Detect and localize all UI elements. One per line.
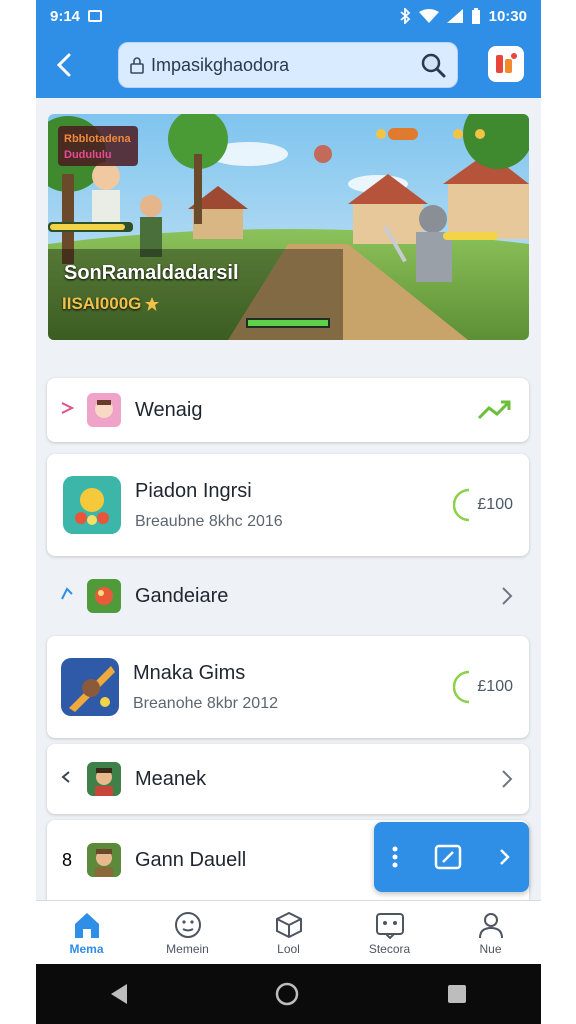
home-icon [74, 912, 99, 938]
smile-icon [174, 911, 201, 938]
row-lead-icon [47, 586, 87, 607]
box-icon [275, 911, 302, 938]
game-thumbnail [87, 762, 121, 796]
row-title: Gandeiare [135, 584, 229, 607]
back-arrow-icon [56, 53, 71, 77]
app-logo-button[interactable] [488, 46, 524, 82]
row-lead-text: 8 [61, 849, 72, 870]
row-title: Meanek [135, 767, 207, 790]
row-title: Gann Dauell [135, 848, 247, 871]
nav-item-lool[interactable]: Lool [238, 901, 339, 965]
signal-icon [446, 9, 463, 23]
home-circle-icon[interactable] [274, 981, 300, 1007]
row-price: £100 [477, 678, 513, 695]
game-thumbnail [63, 476, 121, 534]
row-subtitle: Breaubne 8khc 2016 [135, 512, 283, 530]
list-item[interactable]: Wenaig [47, 378, 529, 442]
banner-title: SonRamaldadarsil [64, 262, 239, 284]
lock-icon [130, 57, 144, 74]
progress-ring-icon [453, 488, 470, 522]
chevron-right-icon [502, 770, 513, 788]
search-field[interactable]: Impasikghaodora [118, 42, 458, 88]
row-subtitle: Breanohe 8kbr 2012 [133, 694, 278, 712]
progress-ring-icon [453, 670, 470, 704]
phone-screen: 9:14 10:30 Impasikghaodora Rbblotadena D… [36, 0, 541, 1024]
search-input[interactable]: Impasikghaodora [151, 55, 419, 76]
row-price: £100 [477, 496, 513, 513]
nav-label: Memein [166, 941, 209, 956]
nav-item-nue[interactable]: Nue [440, 901, 541, 965]
nav-item-home[interactable]: Mema [36, 901, 137, 965]
status-bar: 9:14 10:30 [36, 0, 541, 32]
profile-icon [478, 912, 503, 938]
back-triangle-icon[interactable] [109, 983, 129, 1005]
search-icon[interactable] [419, 51, 447, 79]
more-vertical-icon[interactable] [392, 846, 398, 868]
list-item[interactable]: Meanek [47, 744, 529, 814]
list-item[interactable]: Gandeiare [47, 568, 529, 624]
game-thumbnail [87, 393, 121, 427]
status-time: 9:14 [50, 7, 81, 25]
nav-label: Stecora [368, 941, 411, 956]
wifi-icon [418, 9, 439, 23]
store-icon [375, 912, 404, 939]
row-title: Wenaig [135, 398, 203, 421]
row-title: Mnaka Gims [133, 661, 246, 684]
recents-square-icon[interactable] [446, 983, 468, 1005]
banner-subtitle: IISAI000G [62, 294, 160, 314]
row-lead-icon [47, 769, 87, 790]
game-thumbnail [87, 843, 121, 877]
chevron-right-icon [502, 587, 513, 605]
nav-label: Lool [277, 941, 300, 956]
system-navigation-bar [36, 964, 541, 1024]
svg-text:Dudululu: Dudululu [64, 149, 112, 161]
floating-action-button[interactable] [374, 822, 529, 892]
battery-icon [471, 8, 480, 24]
bottom-navigation: Mema Memein Lool Stecora Nue [36, 900, 541, 965]
game-thumbnail [87, 579, 121, 613]
star-icon [145, 297, 160, 311]
nav-label: Mema [69, 941, 104, 956]
edit-square-icon[interactable] [434, 844, 462, 870]
trending-up-icon [477, 400, 511, 420]
app-logo-icon [496, 53, 517, 73]
row-title: Piadon Ingrsi [135, 479, 252, 502]
banner-logo-text: Rbblotadena [64, 133, 131, 145]
banner-subtitle-text: IISAI000G [62, 294, 142, 313]
app-bar: Impasikghaodora [36, 32, 541, 98]
bluetooth-icon [400, 8, 410, 24]
back-button[interactable] [36, 32, 92, 98]
hero-banner[interactable]: Rbblotadena Dudululu SonRamaldadarsil II… [48, 114, 529, 340]
status-time-right: 10:30 [488, 7, 527, 25]
nav-item-memein[interactable]: Memein [137, 901, 238, 965]
nav-label: Nue [479, 941, 502, 956]
row-lead-icon [47, 400, 87, 421]
list-item[interactable]: Mnaka Gims Breanohe 8kbr 2012 £100 [47, 636, 529, 738]
game-thumbnail [61, 658, 119, 716]
notification-icon [88, 10, 103, 22]
nav-item-stecora[interactable]: Stecora [339, 901, 440, 965]
list-item[interactable]: Piadon Ingrsi Breaubne 8khc 2016 £100 [47, 454, 529, 556]
chevron-right-icon[interactable] [499, 847, 511, 867]
